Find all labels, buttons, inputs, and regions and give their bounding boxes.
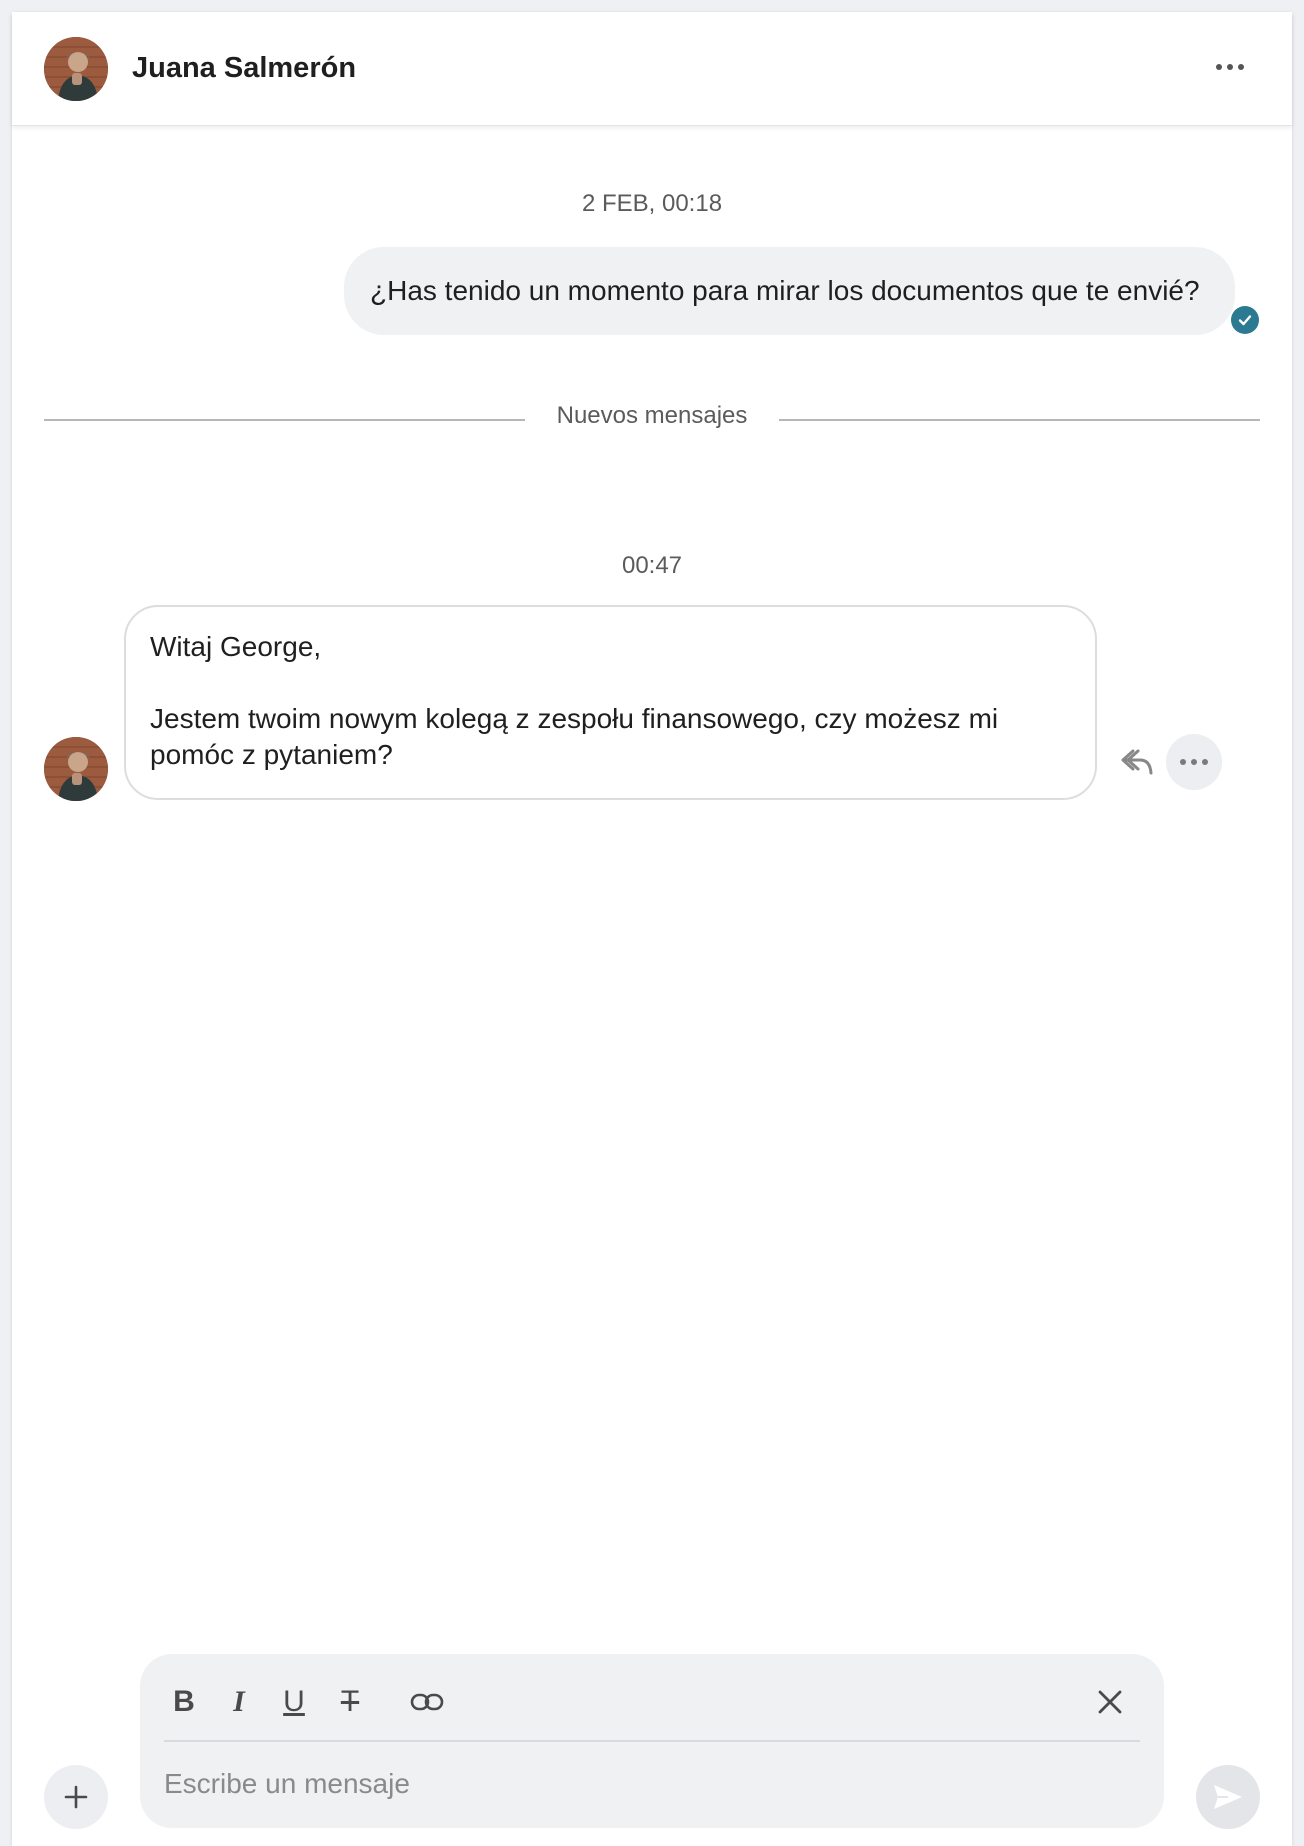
send-button[interactable] xyxy=(1196,1765,1260,1829)
new-messages-divider-left xyxy=(44,419,525,421)
link-icon xyxy=(410,1693,444,1711)
close-icon xyxy=(1098,1690,1122,1714)
message-timestamp: 2 FEB, 00:18 xyxy=(581,190,723,217)
message-timestamp: 00:47 xyxy=(621,552,683,579)
read-check-icon xyxy=(1231,306,1259,334)
composer-divider xyxy=(164,1740,1140,1742)
reply-icon xyxy=(1121,749,1153,775)
user-photo-avatar-icon xyxy=(44,37,108,101)
contact-avatar[interactable] xyxy=(44,37,108,101)
underline-button[interactable]: U xyxy=(274,1682,314,1722)
chat-window: Juana Salmerón 2 FEB, 00:18 ¿Has tenido … xyxy=(12,12,1292,1846)
sender-avatar[interactable] xyxy=(44,737,108,801)
contact-name[interactable]: Juana Salmerón xyxy=(132,52,356,85)
new-messages-label: Nuevos mensajes xyxy=(556,402,748,429)
message-line: pomóc z pytaniem? xyxy=(150,739,393,770)
send-icon xyxy=(1214,1785,1242,1809)
chat-header: Juana Salmerón xyxy=(12,12,1292,126)
message-line: Witaj George, xyxy=(150,631,322,662)
close-formatting-button[interactable] xyxy=(1090,1682,1130,1722)
incoming-message-bubble[interactable]: Witaj George, Jestem twoim nowym kolegą … xyxy=(124,605,1097,800)
bold-button[interactable]: B xyxy=(164,1682,204,1722)
message-options-button[interactable] xyxy=(1166,734,1222,790)
ellipsis-icon xyxy=(1180,759,1208,765)
strikethrough-button[interactable]: T xyxy=(330,1682,370,1722)
message-line: Jestem twoim nowym kolegą z zespołu fina… xyxy=(150,703,999,734)
new-messages-divider-right xyxy=(779,419,1260,421)
ellipsis-icon xyxy=(1216,64,1244,70)
user-photo-avatar-icon xyxy=(44,737,108,801)
insert-link-button[interactable] xyxy=(407,1682,447,1722)
message-input[interactable] xyxy=(164,1762,1124,1806)
plus-icon xyxy=(64,1785,88,1809)
outgoing-message-bubble[interactable]: ¿Has tenido un momento para mirar los do… xyxy=(344,247,1235,335)
italic-button[interactable]: I xyxy=(219,1682,259,1722)
reply-button[interactable] xyxy=(1116,742,1158,782)
add-attachment-button[interactable] xyxy=(44,1765,108,1829)
conversation-options-button[interactable] xyxy=(1208,52,1252,82)
message-composer: B I U T xyxy=(140,1654,1164,1828)
